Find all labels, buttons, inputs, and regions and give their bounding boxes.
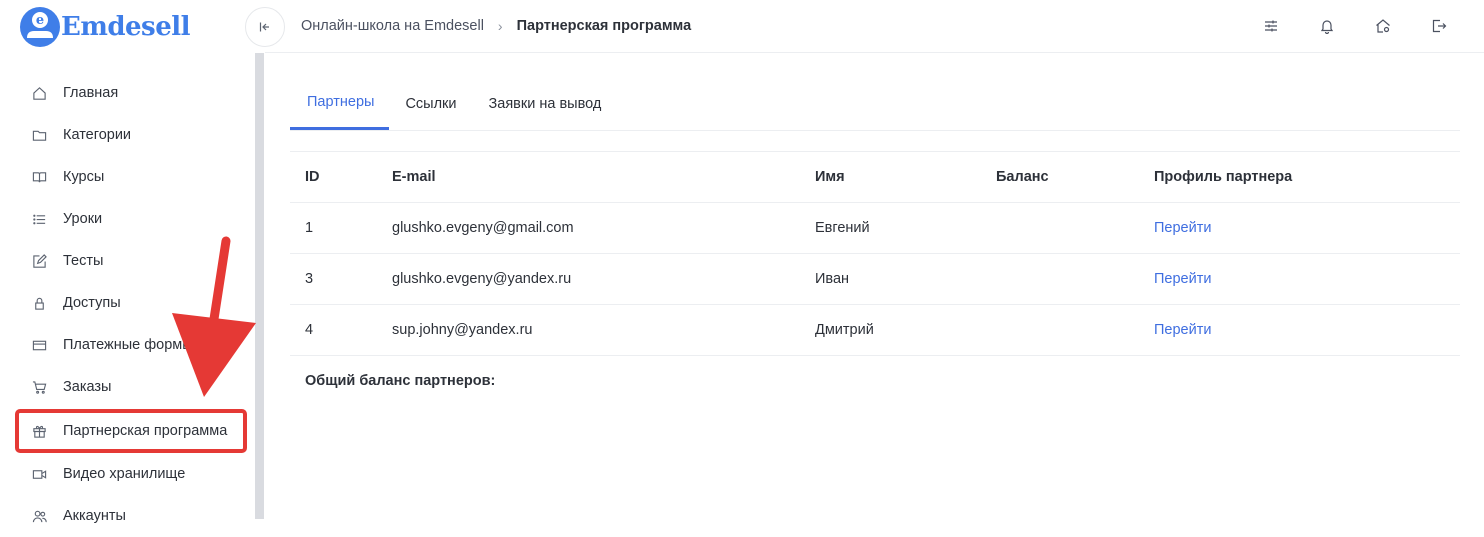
total-balance-label: Общий баланс партнеров: xyxy=(305,373,496,389)
sidebar-item-label: Категории xyxy=(63,127,132,143)
cell-name: Евгений xyxy=(800,202,981,254)
table-header-row: ID E-mail Имя Баланс Профиль партнера xyxy=(290,151,1460,203)
folder-icon xyxy=(31,127,47,143)
sidebar-item-label: Партнерская программа xyxy=(63,423,228,439)
cell-email: glushko.evgeny@yandex.ru xyxy=(377,253,800,305)
logo[interactable]: e Emdesell xyxy=(20,7,190,47)
sidebar-item-orders[interactable]: Заказы xyxy=(15,366,255,408)
sidebar-item-payment-forms[interactable]: Платежные формы xyxy=(15,324,255,366)
sidebar: e Emdesell Главная Категории Курсы Уроки… xyxy=(0,0,255,524)
sidebar-item-label: Заказы xyxy=(63,379,112,395)
credit-card-icon xyxy=(31,337,47,353)
cell-balance xyxy=(981,253,1139,305)
cell-id: 4 xyxy=(290,304,377,356)
sidebar-item-label: Аккаунты xyxy=(63,508,126,524)
cell-email: glushko.evgeny@gmail.com xyxy=(377,202,800,254)
sidebar-item-accounts[interactable]: Аккаунты xyxy=(15,495,255,537)
sidebar-item-label: Платежные формы xyxy=(63,337,193,353)
sidebar-item-label: Тесты xyxy=(63,253,104,269)
tab-withdrawal-requests[interactable]: Заявки на вывод xyxy=(473,77,618,130)
breadcrumb-current: Партнерская программа xyxy=(516,18,692,34)
table-row: 4 sup.johny@yandex.ru Дмитрий Перейти xyxy=(290,304,1460,356)
breadcrumb-separator: › xyxy=(497,18,503,34)
column-header-profile: Профиль партнера xyxy=(1139,151,1460,203)
video-icon xyxy=(31,466,47,482)
header-actions xyxy=(1262,17,1448,35)
bell-icon[interactable] xyxy=(1318,17,1336,35)
tabs: Партнеры Ссылки Заявки на вывод xyxy=(290,77,1460,131)
cell-balance xyxy=(981,202,1139,254)
logout-icon[interactable] xyxy=(1430,17,1448,35)
breadcrumb-root-link[interactable]: Онлайн-школа на Emdesell xyxy=(301,18,484,34)
book-icon xyxy=(31,169,47,185)
lock-icon xyxy=(31,295,47,311)
logo-icon: e xyxy=(20,7,60,47)
tab-links[interactable]: Ссылки xyxy=(389,77,472,130)
sidebar-item-categories[interactable]: Категории xyxy=(15,114,255,156)
sidebar-item-label: Главная xyxy=(63,85,119,101)
cart-icon xyxy=(31,379,47,395)
home-settings-icon[interactable] xyxy=(1374,17,1392,35)
tab-partners[interactable]: Партнеры xyxy=(290,77,390,130)
sidebar-item-label: Уроки xyxy=(63,211,103,227)
partner-profile-link[interactable]: Перейти xyxy=(1154,271,1211,287)
cell-name: Дмитрий xyxy=(800,304,981,356)
logo-text: Emdesell xyxy=(61,12,190,42)
cell-name: Иван xyxy=(800,253,981,305)
svg-text:e: e xyxy=(36,13,44,28)
sidebar-item-label: Курсы xyxy=(63,169,105,185)
partners-table: ID E-mail Имя Баланс Профиль партнера 1 … xyxy=(290,151,1460,356)
sidebar-item-access[interactable]: Доступы xyxy=(15,282,255,324)
home-icon xyxy=(31,85,47,101)
list-icon xyxy=(31,211,47,227)
table-row: 3 glushko.evgeny@yandex.ru Иван Перейти xyxy=(290,253,1460,305)
breadcrumb: Онлайн-школа на Emdesell › Партнерская п… xyxy=(301,18,691,34)
collapse-left-icon xyxy=(259,22,269,32)
cell-id: 3 xyxy=(290,253,377,305)
top-header: Онлайн-школа на Emdesell › Партнерская п… xyxy=(265,0,1484,53)
sidebar-item-label: Доступы xyxy=(63,295,121,311)
column-header-name: Имя xyxy=(800,151,981,203)
partner-profile-link[interactable]: Перейти xyxy=(1154,220,1211,236)
collapse-sidebar-button[interactable] xyxy=(245,7,285,47)
sidebar-item-label: Видео хранилище xyxy=(63,466,186,482)
column-header-id: ID xyxy=(290,151,377,203)
gift-icon xyxy=(31,423,47,439)
column-header-balance: Баланс xyxy=(981,151,1139,203)
column-header-email: E-mail xyxy=(377,151,800,203)
sidebar-item-home[interactable]: Главная xyxy=(15,72,255,114)
sidebar-item-lessons[interactable]: Уроки xyxy=(15,198,255,240)
users-icon xyxy=(31,508,47,524)
table-row: 1 glushko.evgeny@gmail.com Евгений Перей… xyxy=(290,202,1460,254)
edit-icon xyxy=(31,253,47,269)
partner-profile-link[interactable]: Перейти xyxy=(1154,322,1211,338)
sidebar-scrollbar[interactable] xyxy=(255,53,264,519)
settings-sliders-icon[interactable] xyxy=(1262,17,1280,35)
cell-email: sup.johny@yandex.ru xyxy=(377,304,800,356)
sidebar-item-courses[interactable]: Курсы xyxy=(15,156,255,198)
sidebar-item-video-storage[interactable]: Видео хранилище xyxy=(15,453,255,495)
cell-id: 1 xyxy=(290,202,377,254)
sidebar-item-tests[interactable]: Тесты xyxy=(15,240,255,282)
total-partner-balance: Общий баланс партнеров: xyxy=(305,373,501,389)
cell-balance xyxy=(981,304,1139,356)
sidebar-item-partner-program[interactable]: Партнерская программа xyxy=(15,409,247,453)
sidebar-nav: Главная Категории Курсы Уроки Тесты Дост… xyxy=(15,72,255,537)
